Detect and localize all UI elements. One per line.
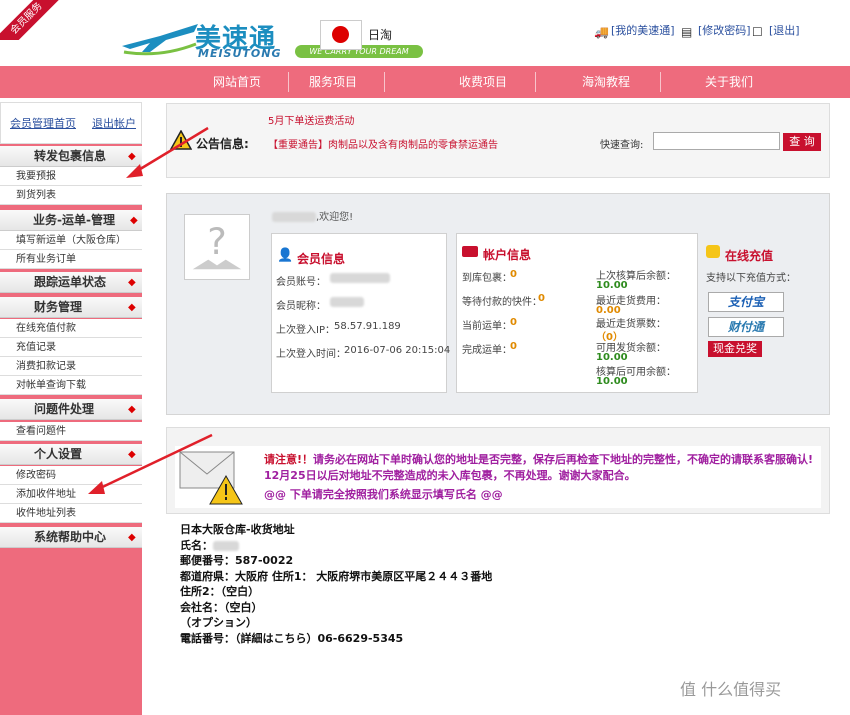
annotation-arrows	[88, 126, 213, 494]
watermark: 值 什么值得买	[680, 680, 782, 699]
